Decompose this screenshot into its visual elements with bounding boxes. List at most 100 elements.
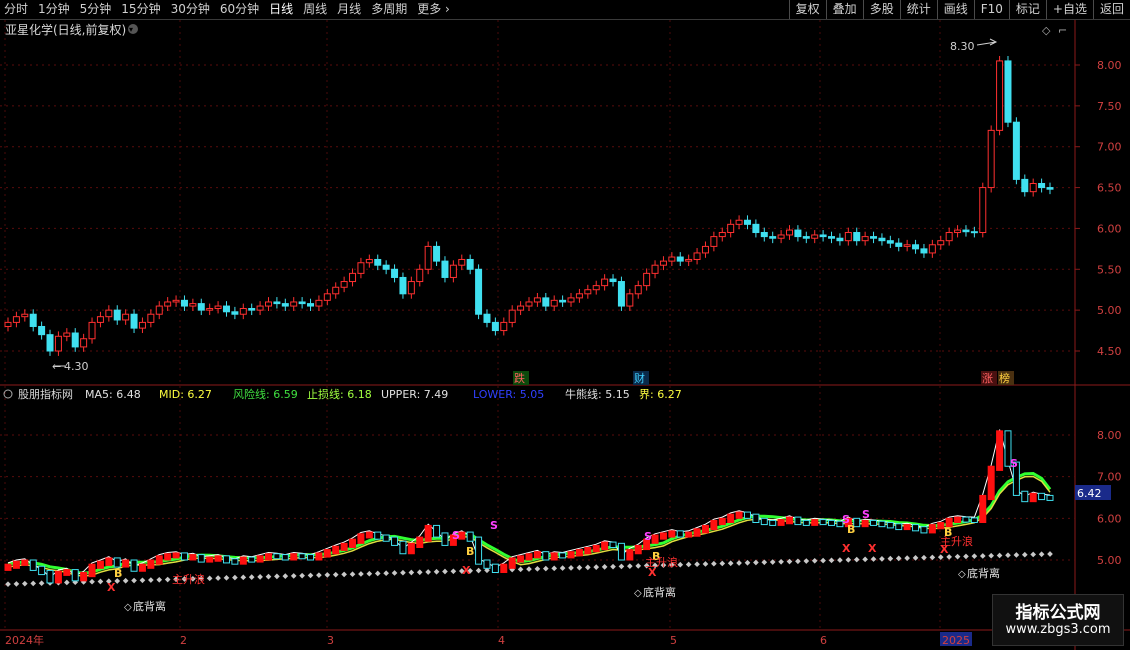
indicator-bar: [987, 465, 995, 501]
indicator-bar: [475, 536, 483, 565]
period-tab-2[interactable]: 5分钟: [76, 0, 118, 19]
candle-body: [996, 60, 1004, 131]
bull-bear-dot: [316, 572, 322, 578]
period-tab-4[interactable]: 30分钟: [167, 0, 216, 19]
bull-bear-dot: [870, 556, 877, 562]
signal-mark-2: S: [452, 529, 460, 542]
indicator-bar: [80, 572, 88, 582]
signal-mark-16: S: [1010, 457, 1018, 470]
legend-item-2: 风险线: 6.59: [233, 387, 298, 401]
candle-body: [290, 301, 298, 307]
indicator-bar: [592, 544, 600, 553]
indicator-bar: [433, 524, 441, 538]
candle-body: [962, 229, 970, 233]
event-marker-cai[interactable]: 财: [634, 371, 645, 385]
candle-body: [769, 236, 777, 239]
bull-bear-dot: [853, 556, 860, 563]
candle-body: [970, 231, 978, 234]
toolbar-button-3[interactable]: 统计: [899, 0, 937, 19]
indicator-tick-label: 7.00: [1097, 471, 1122, 484]
indicator-name: 股朋指标网: [18, 387, 73, 401]
bull-bear-dot: [215, 575, 221, 581]
period-tab-9[interactable]: 多周期: [367, 0, 413, 19]
period-tab-8[interactable]: 月线: [333, 0, 367, 19]
bull-bear-dot: [89, 578, 95, 585]
candle-body: [525, 301, 533, 307]
indicator-bar: [113, 557, 121, 568]
corner-bracket-icon[interactable]: ⌐: [1058, 24, 1067, 37]
bull-bear-dot: [400, 569, 406, 576]
bull-bear-dot: [1005, 552, 1011, 559]
indicator-bar: [811, 519, 819, 526]
toolbar-button-6[interactable]: 标记: [1008, 0, 1046, 19]
period-tab-1[interactable]: 1分钟: [34, 0, 76, 19]
bull-bear-dot: [324, 572, 331, 578]
event-marker-zhang[interactable]: 涨: [982, 372, 993, 385]
indicator-bar: [651, 534, 659, 544]
candle-body: [861, 236, 869, 242]
candle-body: [374, 258, 382, 266]
candle-body: [1046, 187, 1054, 190]
event-marker-bang[interactable]: 榜: [999, 371, 1010, 385]
bull-bear-dot: [584, 564, 591, 571]
bull-bear-dot: [148, 577, 154, 583]
kline-chart[interactable]: 亚星化学(日线,前复权) ▾ ◇ ⌐ 8.00 7.50 7.00 6.50 6.00 5…: [0, 20, 1130, 650]
indicator-bar: [727, 513, 735, 523]
indicator-bar: [281, 554, 289, 561]
candle-body: [945, 232, 953, 242]
candle-body: [63, 332, 71, 337]
bull-bear-dot: [887, 555, 894, 562]
price-tick-label: 4.50: [1097, 345, 1122, 358]
indicator-bar: [248, 556, 256, 563]
candle-body: [248, 308, 256, 311]
diamond-icon[interactable]: ◇: [1042, 24, 1051, 37]
indicator-bar: [870, 519, 878, 526]
bull-bear-dot: [635, 563, 642, 569]
indicator-bar: [138, 563, 146, 572]
candle-body: [130, 313, 138, 329]
candle-body: [685, 258, 693, 262]
period-tab-5[interactable]: 60分钟: [216, 0, 265, 19]
bull-bear-dot: [63, 579, 70, 586]
period-tab-10[interactable]: 更多 ›: [413, 0, 456, 19]
period-tab-3[interactable]: 15分钟: [117, 0, 166, 19]
candle-body: [886, 240, 894, 244]
bull-bear-dot: [1038, 551, 1045, 558]
event-marker-die[interactable]: 跌: [514, 371, 525, 385]
candle-body: [46, 334, 54, 352]
legend-item-5: LOWER: 5.05: [473, 388, 544, 401]
candle-body: [819, 234, 827, 238]
bull-bear-dot: [425, 569, 431, 575]
candle-body: [265, 301, 272, 307]
toolbar-button-4[interactable]: 画线: [936, 0, 974, 19]
bull-bear-dot: [30, 580, 37, 587]
bull-bear-dot: [13, 581, 20, 587]
candle-body: [189, 303, 197, 307]
bull-bear-dot: [38, 580, 45, 587]
indicator-bar: [307, 554, 315, 561]
candle-body: [239, 308, 247, 315]
indicator-bar: [54, 570, 62, 584]
bull-bear-dot: [677, 561, 684, 568]
toolbar-button-5[interactable]: F10: [973, 0, 1009, 19]
candle-body: [601, 278, 609, 287]
period-tab-0[interactable]: 分时: [0, 0, 34, 19]
toolbar-button-2[interactable]: 多股: [862, 0, 900, 19]
toolbar-button-0[interactable]: 复权: [788, 0, 826, 19]
bull-bear-dot: [240, 574, 247, 581]
period-tab-6[interactable]: 日线: [265, 0, 299, 19]
bull-bear-dot: [559, 565, 566, 571]
indicator-bar: [206, 556, 214, 563]
indicator-bar: [559, 552, 567, 559]
candle-body: [71, 332, 79, 348]
toolbar-button-8[interactable]: 返回: [1092, 0, 1130, 19]
candle-body: [626, 293, 634, 307]
bull-bear-dot: [349, 571, 356, 578]
toolbar-button-1[interactable]: 叠加: [825, 0, 863, 19]
bull-bear-dot: [122, 577, 129, 584]
period-tab-7[interactable]: 周线: [299, 0, 333, 19]
candle-body: [828, 236, 836, 239]
indicator-bar: [786, 516, 793, 525]
toolbar-button-7[interactable]: +自选: [1045, 0, 1093, 19]
legend-item-6: 牛熊线: 5.15: [565, 387, 630, 401]
